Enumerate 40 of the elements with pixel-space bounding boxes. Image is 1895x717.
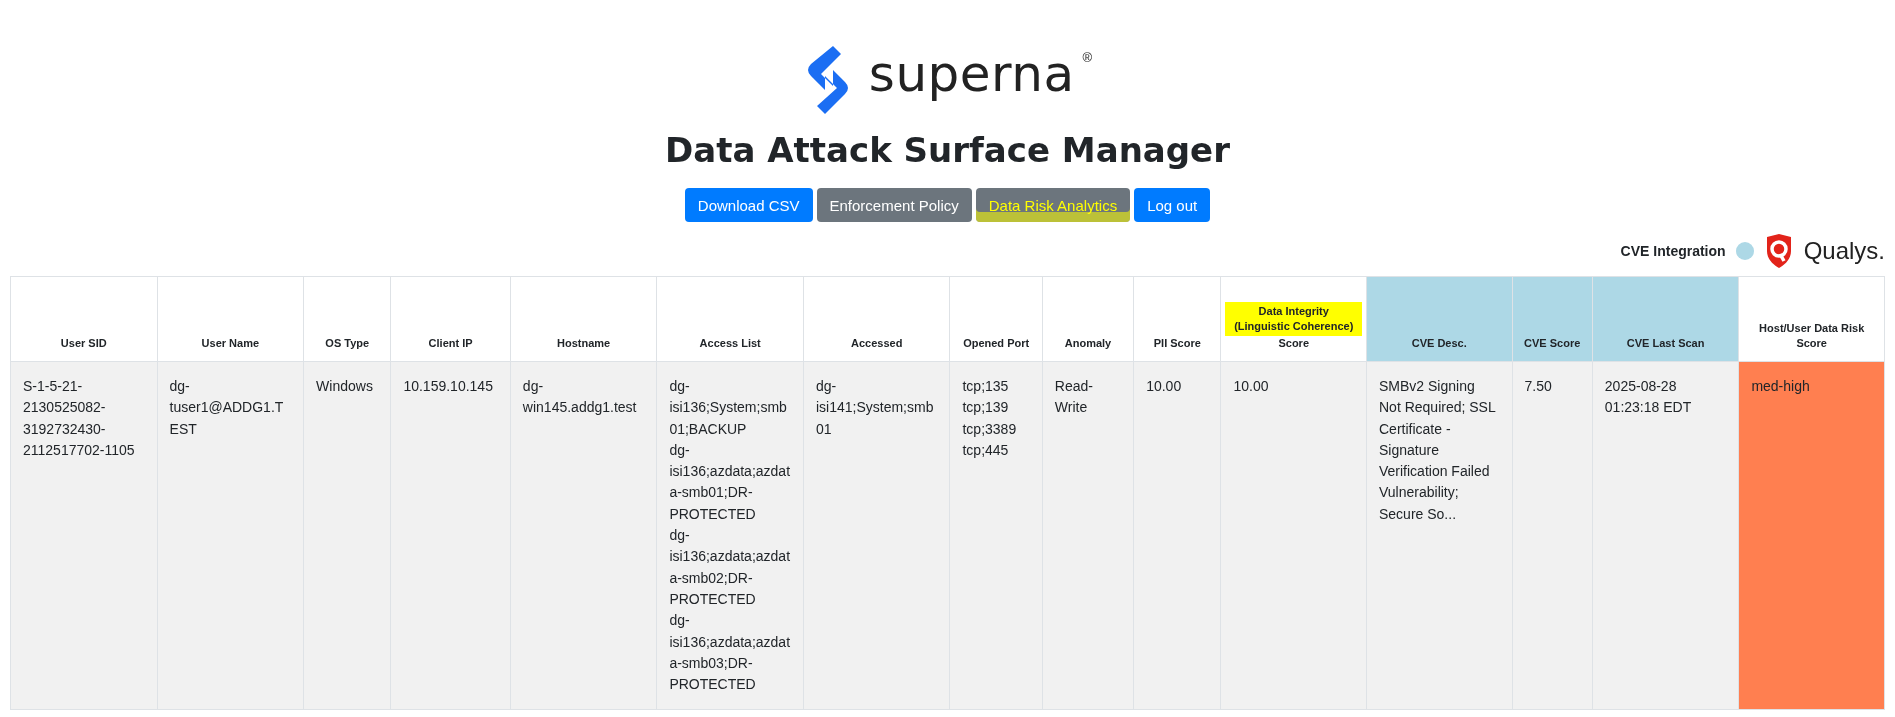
nav-button[interactable]: Data Risk Analytics xyxy=(975,188,1131,222)
table-cell: S-1-5-21-2130525082-3192732430-2112517702-1105 xyxy=(10,361,158,710)
table-cell: dg-tuser1@ADDG1.TEST xyxy=(157,361,304,710)
nav-button[interactable]: Enforcement Policy xyxy=(816,188,972,222)
column-header: Score xyxy=(1278,336,1309,351)
table-cell: SMBv2 Signing Not Required; SSL Certificate - Signature Verification Failed Vulnerability; Secure So... xyxy=(1366,361,1513,710)
vendor-name: Qualys. xyxy=(1803,237,1885,265)
column-header: User Name xyxy=(201,336,260,351)
column-header: CVE Desc. xyxy=(1411,336,1467,351)
risk-score-cell: med-high xyxy=(1738,361,1885,710)
table-cell: dg-isi136;System;smb01;BACKUP dg-isi136;azdata;azdata-smb01;DR-PROTECTED dg-isi136;azdata;azdata-smb02;DR-PROTECTED dg-isi136;azdata;azdata-smb03;DR-PROTECTED xyxy=(656,361,804,710)
column-header: Anomaly xyxy=(1064,336,1112,351)
column-header: Client IP xyxy=(428,336,473,351)
table-cell: 10.159.10.145 xyxy=(390,361,511,710)
column-header: Host/User Data Risk Score xyxy=(1758,321,1866,351)
brand-name: superna xyxy=(868,44,1075,104)
table-cell: 10.00 xyxy=(1220,361,1367,710)
column-header: CVE Score xyxy=(1524,336,1581,351)
column-header: Accessed xyxy=(851,336,903,351)
table-cell: tcp;135 tcp;139 tcp;3389 tcp;445 xyxy=(950,361,1043,710)
nav-button[interactable]: Log out xyxy=(1134,188,1211,222)
table-cell: 2025-08-28 01:23:18 EDT xyxy=(1592,361,1739,710)
column-header: PII Score xyxy=(1153,336,1201,351)
table-cell: dg-win145.addg1.test xyxy=(510,361,657,710)
column-header: User SID xyxy=(60,336,107,351)
column-header: Data Integrity (Linguistic Coherence) xyxy=(1225,302,1362,336)
page-title: Data Attack Surface Manager xyxy=(665,130,1230,170)
nav-button[interactable]: Download CSV xyxy=(684,188,813,222)
cve-integration-label: CVE Integration xyxy=(1620,243,1726,259)
column-header: CVE Last Scan xyxy=(1626,336,1705,351)
column-header: Access List xyxy=(699,336,761,351)
column-header: Opened Port xyxy=(963,336,1030,351)
column-header: OS Type xyxy=(325,336,370,351)
table-cell: 10.00 xyxy=(1133,361,1221,710)
table-cell: dg-isi141;System;smb01 xyxy=(803,361,950,710)
column-header: Hostname xyxy=(557,336,611,351)
registered-mark: ® xyxy=(1082,50,1093,65)
table-cell: Read-Write xyxy=(1042,361,1134,710)
table-cell: Windows xyxy=(303,361,391,710)
table-cell: 7.50 xyxy=(1512,361,1593,710)
